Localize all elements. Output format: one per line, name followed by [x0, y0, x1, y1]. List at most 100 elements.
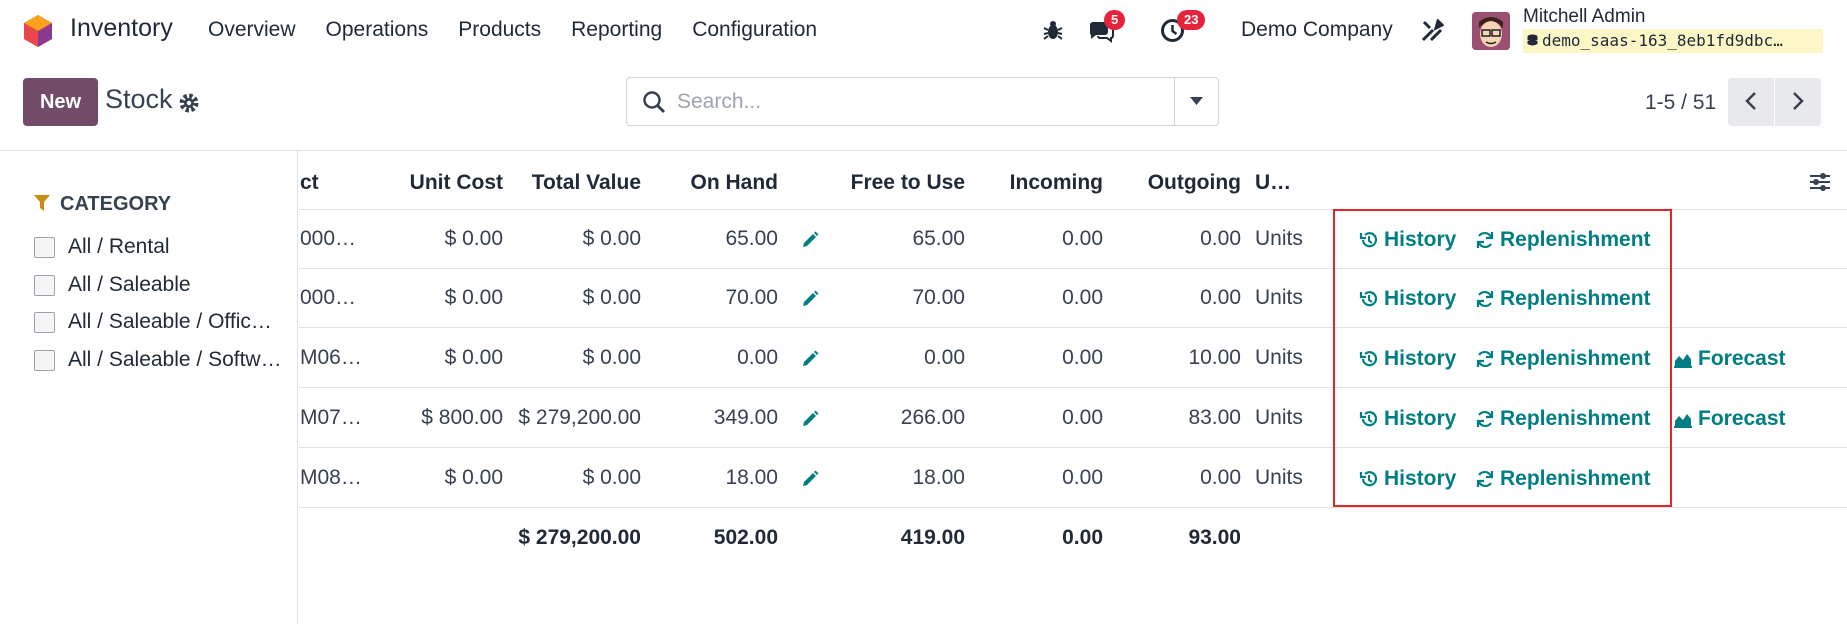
user-avatar[interactable] [1472, 12, 1510, 50]
edit-pencil-icon[interactable] [800, 469, 820, 489]
cell-product: 000… [300, 286, 357, 309]
user-name[interactable]: Mitchell Admin [1523, 6, 1646, 28]
header-incoming[interactable]: Incoming [990, 171, 1103, 195]
header-unit-of-measure[interactable]: U… [1255, 171, 1291, 195]
tools-icon[interactable] [1420, 19, 1444, 43]
cell-outgoing: 0.00 [1200, 286, 1241, 309]
cell-free-to-use: 18.00 [912, 466, 965, 489]
chevron-left-icon [1745, 91, 1756, 110]
forecast-button-label: Forecast [1698, 347, 1786, 370]
cell-unit-of-measure: Units [1255, 466, 1303, 489]
cell-total-value: $ 0.00 [582, 227, 641, 250]
cell-unit-of-measure: Units [1255, 227, 1303, 250]
edit-pencil-icon[interactable] [800, 289, 820, 309]
inventory-logo-icon[interactable] [22, 14, 54, 48]
cell-incoming: 0.00 [1062, 286, 1103, 309]
menu-reporting[interactable]: Reporting [571, 18, 662, 42]
messages-count-badge: 5 [1104, 10, 1126, 30]
caret-down-icon [1190, 97, 1203, 105]
forecast-button[interactable]: Forecast [1673, 347, 1786, 371]
gear-icon[interactable] [178, 92, 200, 114]
chevron-right-icon [1793, 91, 1804, 110]
menu-products[interactable]: Products [458, 18, 541, 42]
search-bar [626, 77, 1219, 126]
edit-pencil-icon[interactable] [800, 409, 820, 429]
free-to-use-sum: 419.00 [900, 526, 965, 549]
checkbox[interactable] [34, 349, 55, 371]
checkbox[interactable] [34, 236, 55, 258]
outgoing-sum: 93.00 [1188, 526, 1241, 549]
database-label: demo_saas-163_8eb1fd9dbc… [1542, 31, 1783, 50]
cell-incoming: 0.00 [1062, 346, 1103, 369]
main-menu: Overview Operations Products Reporting C… [208, 18, 817, 42]
cell-on-hand: 349.00 [713, 406, 778, 429]
database-name: demo_saas-163_8eb1fd9dbc… [1523, 29, 1823, 53]
cell-outgoing: 10.00 [1188, 346, 1241, 369]
top-navbar: Inventory Overview Operations Products R… [0, 0, 1847, 62]
checkbox[interactable] [34, 274, 55, 296]
page-title: Stock [105, 84, 173, 114]
cell-on-hand: 70.00 [725, 286, 778, 309]
debug-bug-icon[interactable] [1042, 19, 1064, 41]
header-on-hand[interactable]: On Hand [660, 171, 779, 195]
search-icon [643, 91, 666, 114]
pager-next-button[interactable] [1775, 78, 1821, 126]
category-label: All / Saleable [68, 273, 191, 296]
search-options-toggle[interactable] [1174, 78, 1218, 125]
app-name[interactable]: Inventory [70, 14, 173, 43]
search-input[interactable] [677, 87, 1147, 117]
cell-free-to-use: 65.00 [912, 227, 965, 250]
on-hand-sum: 502.00 [713, 526, 778, 549]
total-value-sum: $ 279,200.00 [518, 526, 641, 549]
new-button[interactable]: New [23, 78, 98, 126]
category-label: All / Saleable / Offic… [68, 310, 272, 333]
forecast-button[interactable]: Forecast [1673, 407, 1786, 431]
cell-free-to-use: 70.00 [912, 286, 965, 309]
edit-pencil-icon[interactable] [800, 230, 820, 250]
header-outgoing[interactable]: Outgoing [1120, 171, 1241, 195]
cell-incoming: 0.00 [1062, 406, 1103, 429]
forecast-button-label: Forecast [1698, 407, 1786, 430]
cell-total-value: $ 0.00 [582, 466, 641, 489]
category-item-rental[interactable]: All / Rental [34, 235, 284, 259]
area-chart-icon [1674, 354, 1692, 368]
activities-count-badge: 23 [1177, 10, 1206, 30]
incoming-sum: 0.00 [1062, 526, 1103, 549]
category-label: All / Rental [68, 235, 170, 258]
area-chart-icon [1674, 414, 1692, 428]
category-item-saleable-software[interactable]: All / Saleable / Softw… [34, 348, 284, 372]
menu-overview[interactable]: Overview [208, 18, 296, 42]
menu-configuration[interactable]: Configuration [692, 18, 817, 42]
cell-product: M07… [300, 406, 362, 429]
cell-total-value: $ 0.00 [582, 346, 641, 369]
avatar-face-icon [1472, 12, 1510, 50]
checkbox[interactable] [34, 311, 55, 333]
company-switcher[interactable]: Demo Company [1241, 18, 1393, 42]
pager-previous-button[interactable] [1728, 78, 1774, 126]
cell-free-to-use: 0.00 [924, 346, 965, 369]
menu-operations[interactable]: Operations [326, 18, 429, 42]
actions-highlight-box [1333, 209, 1672, 507]
row-divider [299, 507, 1847, 508]
cell-total-value: $ 279,200.00 [518, 406, 641, 429]
header-free-to-use[interactable]: Free to Use [830, 171, 965, 195]
edit-pencil-icon[interactable] [800, 349, 820, 369]
category-heading-label: CATEGORY [60, 193, 172, 215]
cell-outgoing: 0.00 [1200, 466, 1241, 489]
category-item-saleable[interactable]: All / Saleable [34, 273, 284, 297]
category-item-saleable-office[interactable]: All / Saleable / Offic… [34, 310, 284, 334]
header-product[interactable]: ct [300, 171, 319, 195]
category-label: All / Saleable / Softw… [68, 348, 282, 371]
cell-incoming: 0.00 [1062, 466, 1103, 489]
cell-product: 000… [300, 227, 357, 250]
header-total-value[interactable]: Total Value [510, 171, 641, 195]
category-heading: CATEGORY [34, 193, 171, 216]
cell-free-to-use: 266.00 [900, 406, 965, 429]
cell-total-value: $ 0.00 [582, 286, 641, 309]
header-unit-cost[interactable]: Unit Cost [400, 171, 503, 195]
cell-product: M06… [300, 346, 362, 369]
cell-on-hand: 65.00 [725, 227, 778, 250]
database-icon [1527, 34, 1538, 46]
pager-value[interactable]: 1-5 / 51 [1645, 91, 1716, 115]
optional-columns-icon[interactable] [1808, 170, 1832, 194]
